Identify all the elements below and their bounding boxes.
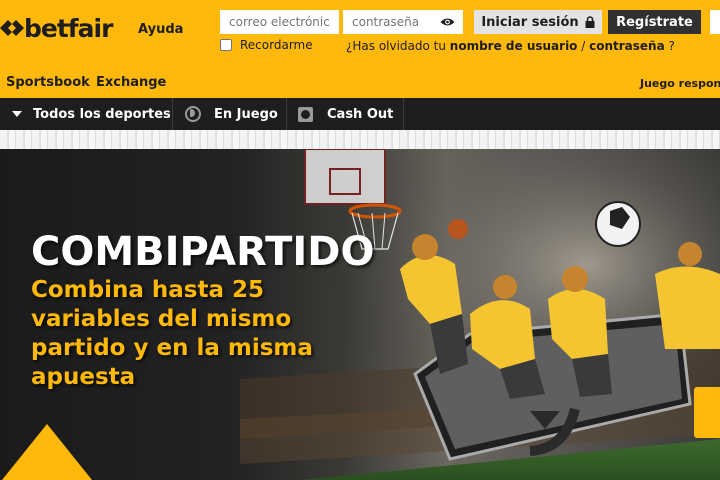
nav-in-play-label: En Juego — [214, 106, 278, 122]
side-tab[interactable] — [694, 387, 720, 438]
lock-icon — [585, 16, 595, 28]
betfair-logo-icon — [0, 20, 24, 36]
help-link[interactable]: Ayuda — [138, 22, 183, 37]
eye-icon[interactable] — [440, 17, 455, 27]
forgot-prefix: ¿Has olvidado tu — [346, 39, 450, 53]
decorative-strip — [0, 130, 720, 149]
forgot-password-link[interactable]: contraseña — [589, 39, 665, 53]
tab-exchange[interactable]: Exchange — [96, 75, 166, 90]
nav-all-sports[interactable]: Todos los deportes — [12, 98, 171, 130]
hero-banner[interactable]: COMBIPARTIDO Combina hasta 25 variables … — [0, 149, 720, 480]
register-button[interactable]: Regístrate — [608, 10, 701, 34]
nav-cash-out-label: Cash Out — [327, 106, 394, 122]
sports-nav: Todos los deportes En Juego Cash Out — [0, 98, 720, 130]
hero-subtitle: Combina hasta 25 variables del mismo par… — [31, 277, 313, 390]
nav-in-play[interactable]: En Juego — [185, 98, 278, 130]
forgot-separator: / — [577, 39, 590, 53]
nav-divider — [172, 98, 173, 130]
forgot-credentials: ¿Has olvidado tu nombre de usuario / con… — [346, 39, 675, 53]
nav-cash-out[interactable]: Cash Out — [298, 98, 393, 130]
carousel-up-arrow[interactable] — [2, 424, 92, 480]
nav-all-sports-label: Todos los deportes — [33, 106, 171, 122]
header-bar: betfair Ayuda Iniciar sesión Regístrate … — [0, 0, 720, 98]
remember-checkbox[interactable] — [220, 39, 232, 51]
email-input[interactable] — [220, 10, 339, 34]
nav-divider — [286, 98, 287, 130]
cash-out-icon — [298, 106, 313, 122]
forgot-suffix: ? — [664, 39, 675, 53]
password-input[interactable] — [343, 10, 439, 34]
login-label: Iniciar sesión — [481, 14, 579, 30]
password-field[interactable] — [343, 10, 463, 34]
hero-title: COMBIPARTIDO — [31, 229, 375, 275]
login-button[interactable]: Iniciar sesión — [474, 10, 602, 34]
tab-sportsbook[interactable]: Sportsbook — [6, 75, 90, 90]
overflow-field[interactable] — [710, 10, 720, 34]
remember-me[interactable]: Recordarme — [220, 38, 313, 52]
logo-text: betfair — [24, 13, 113, 43]
forgot-username-link[interactable]: nombre de usuario — [450, 39, 578, 53]
chevron-down-icon — [12, 111, 22, 117]
responsible-gaming-link[interactable]: Juego respon — [640, 77, 720, 90]
betfair-logo[interactable]: betfair — [0, 13, 113, 43]
remember-label: Recordarme — [240, 38, 313, 52]
live-icon — [185, 106, 201, 122]
nav-divider — [403, 98, 404, 130]
